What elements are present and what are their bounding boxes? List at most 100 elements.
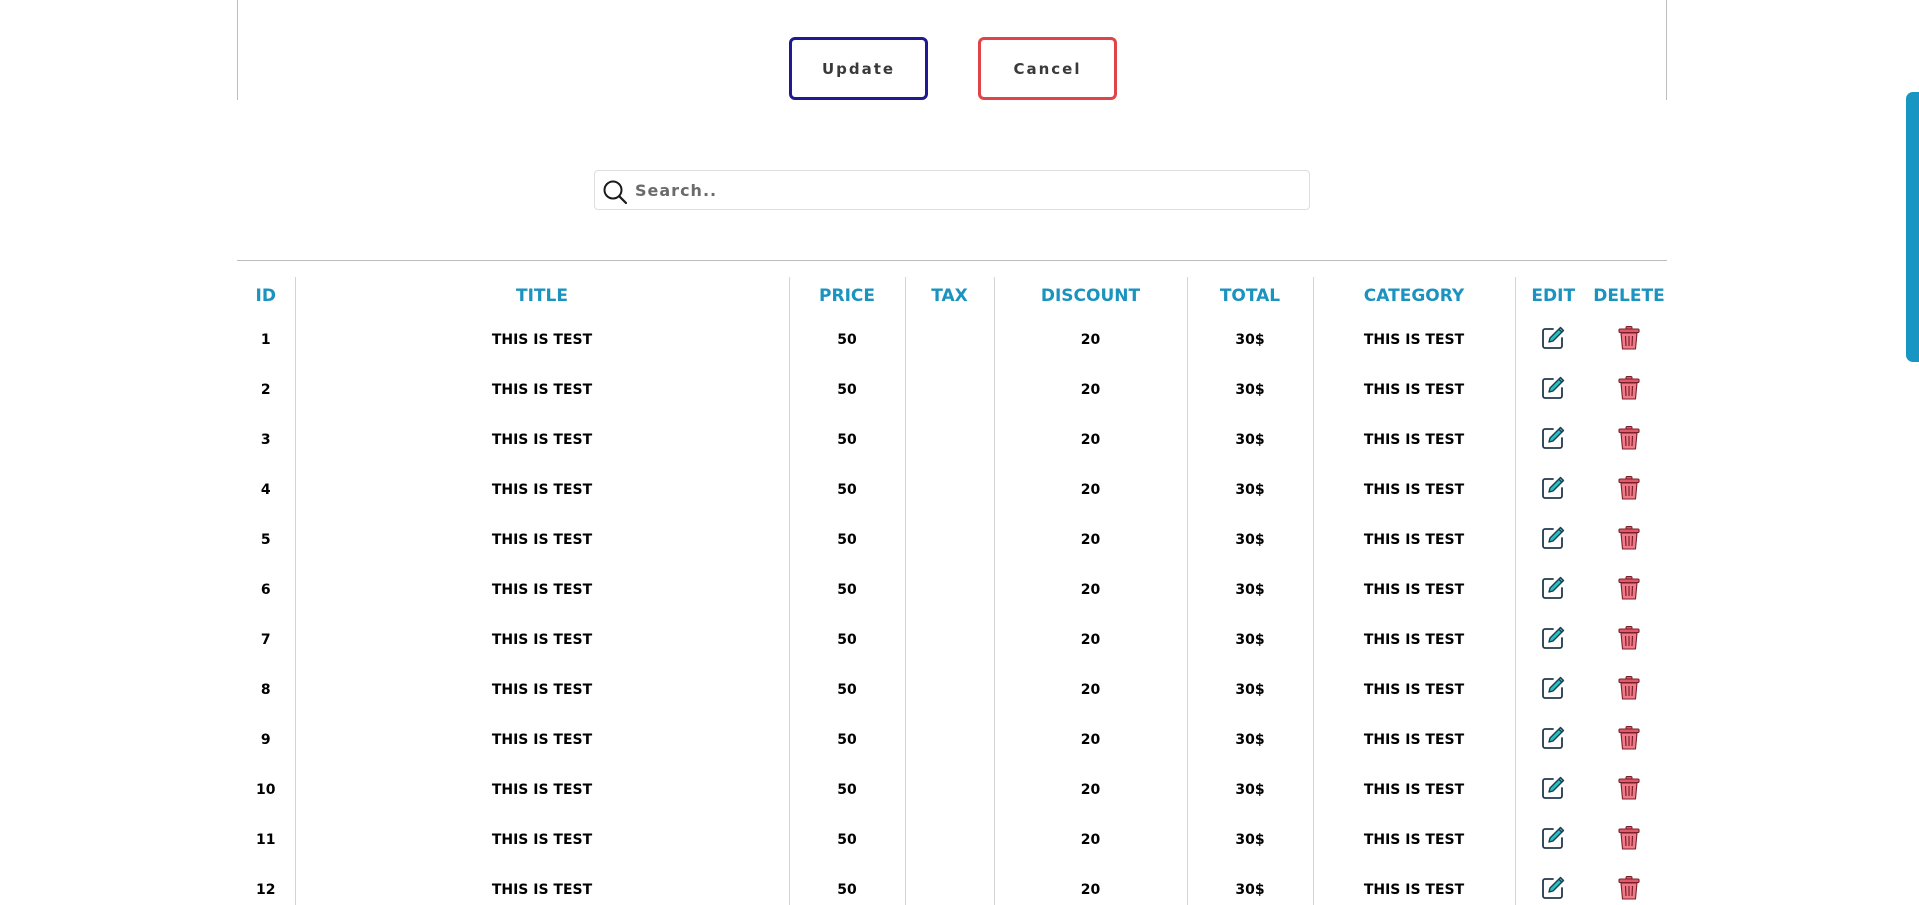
- cell-category: THIS IS TEST: [1313, 515, 1516, 565]
- cell-tax: [905, 765, 995, 815]
- cell-total: 30$: [1187, 365, 1314, 415]
- cell-edit: [1515, 615, 1591, 665]
- trash-icon[interactable]: [1615, 524, 1643, 552]
- cell-discount: 20: [994, 715, 1188, 765]
- search-input[interactable]: [635, 173, 1295, 207]
- cell-title: THIS IS TEST: [295, 715, 790, 765]
- cell-discount: 20: [994, 815, 1188, 865]
- cell-edit: [1515, 465, 1591, 515]
- trash-icon[interactable]: [1615, 474, 1643, 502]
- cell-title: THIS IS TEST: [295, 815, 790, 865]
- cell-price: 50: [789, 515, 906, 565]
- table-row: 6 THIS IS TEST 50 20 30$ THIS IS TEST: [237, 565, 1667, 615]
- cell-tax: [905, 815, 995, 865]
- trash-icon[interactable]: [1615, 574, 1643, 602]
- edit-icon[interactable]: [1539, 324, 1567, 352]
- cell-title: THIS IS TEST: [295, 315, 790, 365]
- table-row: 12 THIS IS TEST 50 20 30$ THIS IS TEST: [237, 865, 1667, 905]
- cell-price: 50: [789, 715, 906, 765]
- cell-delete: [1591, 315, 1667, 365]
- cell-price: 50: [789, 815, 906, 865]
- scrollbar-thumb[interactable]: [1906, 92, 1919, 362]
- cell-tax: [905, 415, 995, 465]
- table-row: 5 THIS IS TEST 50 20 30$ THIS IS TEST: [237, 515, 1667, 565]
- edit-icon[interactable]: [1539, 424, 1567, 452]
- cell-edit: [1515, 565, 1591, 615]
- cell-title: THIS IS TEST: [295, 515, 790, 565]
- cell-total: 30$: [1187, 315, 1314, 365]
- table-row: 8 THIS IS TEST 50 20 30$ THIS IS TEST: [237, 665, 1667, 715]
- cell-edit: [1515, 815, 1591, 865]
- cell-id: 1: [237, 315, 296, 365]
- cell-id: 11: [237, 815, 296, 865]
- cell-tax: [905, 565, 995, 615]
- edit-icon[interactable]: [1539, 524, 1567, 552]
- table-row: 3 THIS IS TEST 50 20 30$ THIS IS TEST: [237, 415, 1667, 465]
- cell-tax: [905, 465, 995, 515]
- trash-icon[interactable]: [1615, 724, 1643, 752]
- table-divider: [237, 260, 1667, 261]
- cell-edit: [1515, 665, 1591, 715]
- trash-icon[interactable]: [1615, 624, 1643, 652]
- cell-id: 10: [237, 765, 296, 815]
- cell-category: THIS IS TEST: [1313, 465, 1516, 515]
- cell-title: THIS IS TEST: [295, 665, 790, 715]
- table-row: 4 THIS IS TEST 50 20 30$ THIS IS TEST: [237, 465, 1667, 515]
- cell-total: 30$: [1187, 615, 1314, 665]
- edit-icon[interactable]: [1539, 474, 1567, 502]
- trash-icon[interactable]: [1615, 774, 1643, 802]
- edit-icon[interactable]: [1539, 624, 1567, 652]
- edit-icon[interactable]: [1539, 574, 1567, 602]
- table-row: 9 THIS IS TEST 50 20 30$ THIS IS TEST: [237, 715, 1667, 765]
- cell-id: 6: [237, 565, 296, 615]
- cell-discount: 20: [994, 615, 1188, 665]
- trash-icon[interactable]: [1615, 874, 1643, 902]
- cell-price: 50: [789, 665, 906, 715]
- cell-title: THIS IS TEST: [295, 865, 790, 905]
- cell-edit: [1515, 865, 1591, 905]
- edit-icon[interactable]: [1539, 374, 1567, 402]
- cell-price: 50: [789, 365, 906, 415]
- trash-icon[interactable]: [1615, 324, 1643, 352]
- header-total: TOTAL: [1187, 277, 1314, 315]
- cell-id: 8: [237, 665, 296, 715]
- cell-delete: [1591, 465, 1667, 515]
- cell-edit: [1515, 765, 1591, 815]
- update-button[interactable]: Update: [789, 37, 928, 100]
- cell-id: 7: [237, 615, 296, 665]
- cell-tax: [905, 365, 995, 415]
- table-row: 7 THIS IS TEST 50 20 30$ THIS IS TEST: [237, 615, 1667, 665]
- cell-delete: [1591, 515, 1667, 565]
- cell-price: 50: [789, 765, 906, 815]
- cell-category: THIS IS TEST: [1313, 665, 1516, 715]
- cell-category: THIS IS TEST: [1313, 315, 1516, 365]
- edit-icon[interactable]: [1539, 774, 1567, 802]
- cell-price: 50: [789, 315, 906, 365]
- trash-icon[interactable]: [1615, 824, 1643, 852]
- cell-title: THIS IS TEST: [295, 615, 790, 665]
- header-tax: TAX: [905, 277, 995, 315]
- header-id: ID: [237, 277, 296, 315]
- cell-edit: [1515, 315, 1591, 365]
- cell-delete: [1591, 665, 1667, 715]
- edit-icon[interactable]: [1539, 824, 1567, 852]
- cell-total: 30$: [1187, 665, 1314, 715]
- search-icon: [603, 180, 628, 205]
- trash-icon[interactable]: [1615, 674, 1643, 702]
- cell-edit: [1515, 715, 1591, 765]
- cell-delete: [1591, 565, 1667, 615]
- cell-tax: [905, 515, 995, 565]
- search-bar: [594, 170, 1310, 210]
- cell-discount: 20: [994, 765, 1188, 815]
- trash-icon[interactable]: [1615, 424, 1643, 452]
- trash-icon[interactable]: [1615, 374, 1643, 402]
- cell-price: 50: [789, 565, 906, 615]
- edit-icon[interactable]: [1539, 674, 1567, 702]
- edit-icon[interactable]: [1539, 724, 1567, 752]
- cell-total: 30$: [1187, 565, 1314, 615]
- cell-tax: [905, 715, 995, 765]
- cell-discount: 20: [994, 565, 1188, 615]
- edit-icon[interactable]: [1539, 874, 1567, 902]
- cell-discount: 20: [994, 365, 1188, 415]
- cancel-button[interactable]: Cancel: [978, 37, 1117, 100]
